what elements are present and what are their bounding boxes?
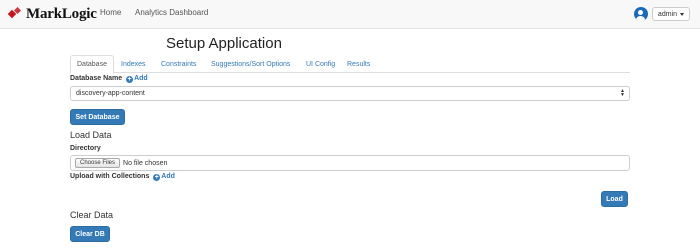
user-dropdown-button[interactable]: admin <box>651 7 690 21</box>
brand-name: MarkLogic <box>26 5 97 22</box>
clear-data-heading: Clear Data <box>70 210 114 220</box>
add-database-link[interactable]: + Add <box>126 75 148 83</box>
tab-indexes[interactable]: Indexes <box>121 55 146 73</box>
database-name-label: Database Name + Add <box>70 75 148 83</box>
no-file-chosen-text: No file chosen <box>123 159 168 167</box>
marklogic-logo-icon <box>8 7 24 21</box>
user-avatar-icon[interactable] <box>633 7 648 21</box>
choose-files-button[interactable]: Choose Files <box>75 158 121 168</box>
database-select-value: discovery-app-content <box>76 90 145 97</box>
tab-constraints[interactable]: Constraints <box>161 55 196 73</box>
directory-file-input[interactable]: Choose Files No file chosen <box>70 155 630 171</box>
add-collection-link[interactable]: + Add <box>153 173 175 181</box>
nav-analytics-dashboard-link[interactable]: Analytics Dashboard <box>135 8 208 17</box>
nav-home-link[interactable]: Home <box>100 8 121 17</box>
database-name-text: Database Name <box>70 75 123 82</box>
add-collection-text: Add <box>161 173 175 180</box>
plus-circle-icon: + <box>153 174 161 181</box>
load-button[interactable]: Load <box>601 191 628 207</box>
select-arrows-icon: ▲ ▼ <box>620 88 625 98</box>
setup-tabs: Database Indexes Constraints Suggestions… <box>70 55 630 74</box>
caret-down-icon <box>680 12 684 16</box>
add-database-text: Add <box>134 75 148 82</box>
user-menu: admin <box>633 7 690 21</box>
directory-label: Directory <box>70 145 101 152</box>
page-title: Setup Application <box>166 35 282 52</box>
clear-db-button[interactable]: Clear DB <box>70 226 110 242</box>
navbar: MarkLogic Home Analytics Dashboard admin <box>0 0 700 29</box>
database-select[interactable]: discovery-app-content ▲ ▼ <box>70 86 630 101</box>
marklogic-logo[interactable]: MarkLogic <box>8 6 97 22</box>
plus-circle-icon: + <box>126 76 134 83</box>
tab-suggestions-sort-options[interactable]: Suggestions/Sort Options <box>211 55 290 73</box>
set-database-button[interactable]: Set Database <box>70 109 125 125</box>
load-data-heading: Load Data <box>70 130 112 140</box>
upload-collections-text: Upload with Collections <box>70 173 150 180</box>
tab-ui-config[interactable]: UI Config <box>306 55 335 73</box>
upload-collections-label: Upload with Collections + Add <box>70 173 175 181</box>
tab-database[interactable]: Database <box>70 55 114 74</box>
tab-results[interactable]: Results <box>347 55 370 73</box>
user-name: admin <box>657 10 677 18</box>
